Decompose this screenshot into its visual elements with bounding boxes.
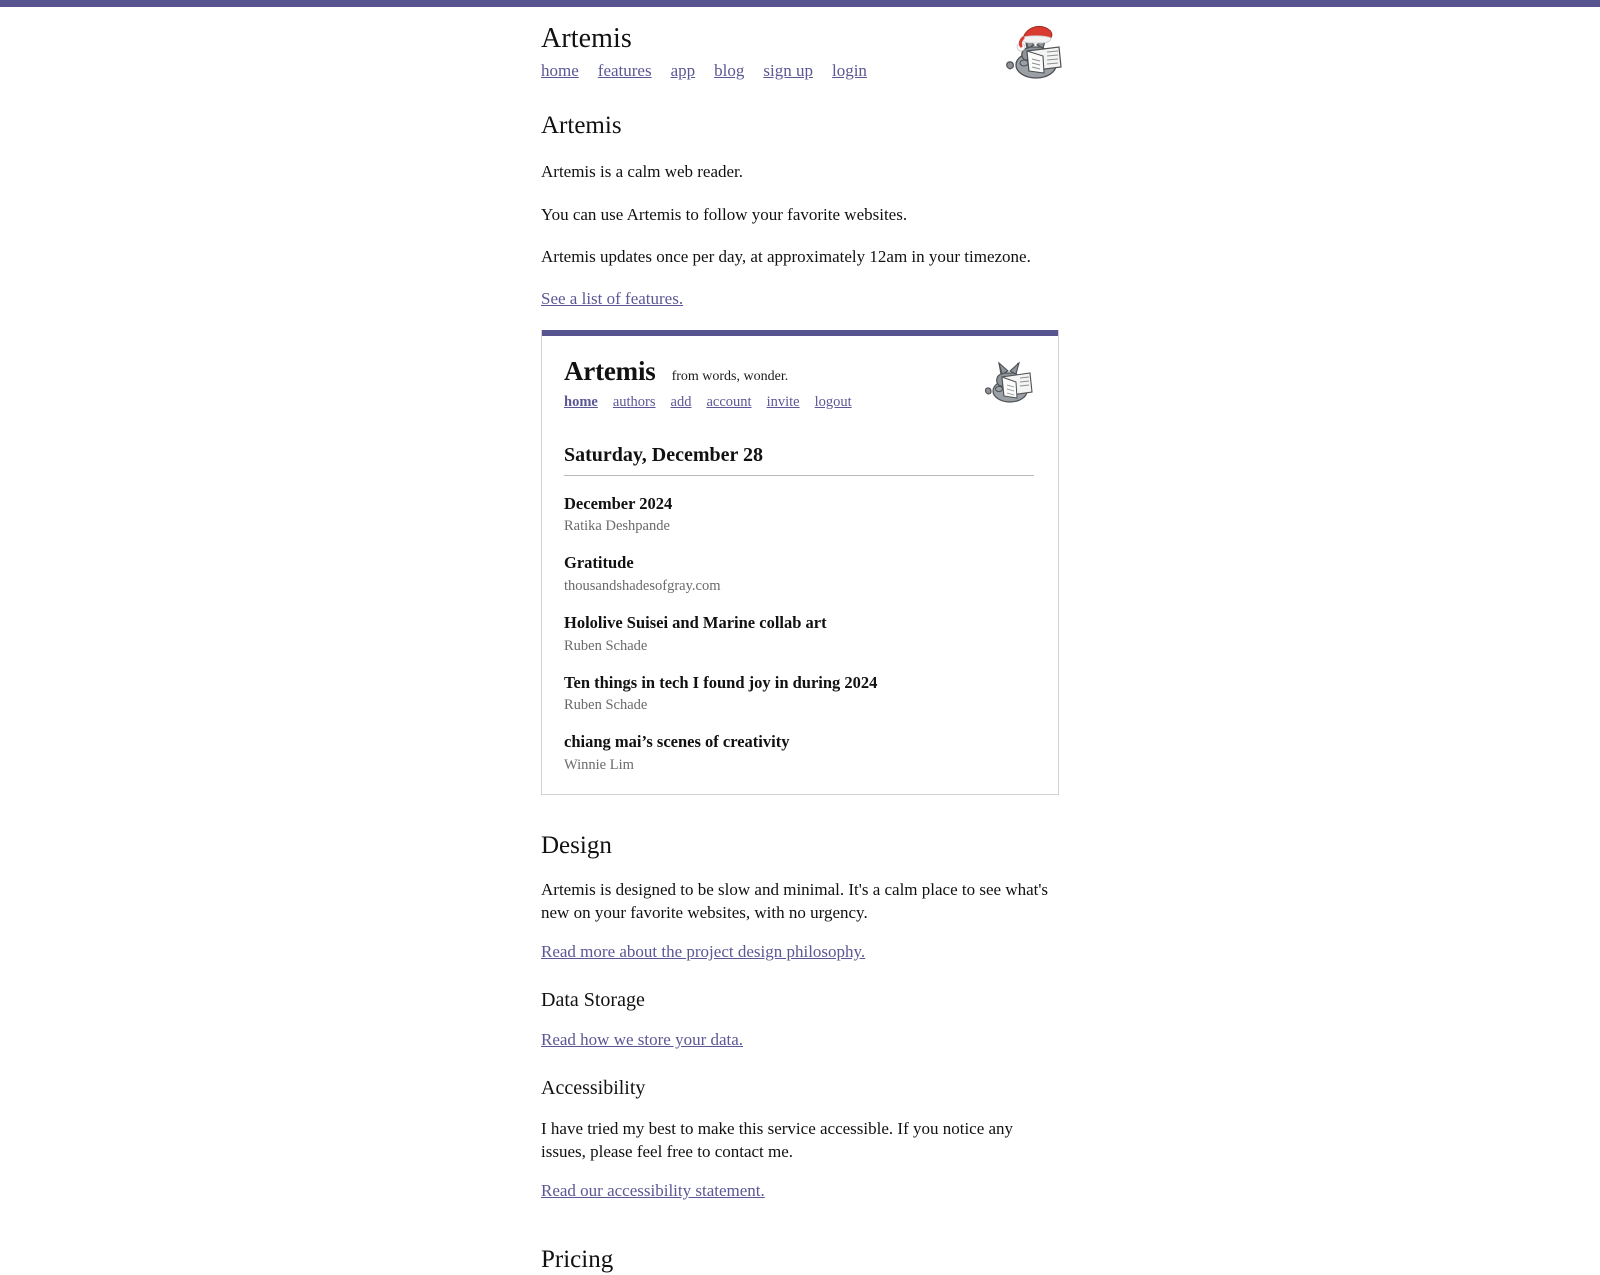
accessibility-statement-link[interactable]: Read our accessibility statement. bbox=[541, 1181, 765, 1200]
nav-link-blog[interactable]: blog bbox=[714, 61, 744, 80]
nav-link-sign-up[interactable]: sign up bbox=[763, 61, 813, 80]
accessibility-body: I have tried my best to make this servic… bbox=[541, 1119, 1014, 1161]
intro-paragraph-2: You can use Artemis to follow your favor… bbox=[541, 204, 908, 224]
card-inner: Artemis from words, wonder. home authors a… bbox=[542, 336, 1058, 794]
card-nav: home authors add account invite logout bbox=[564, 394, 1034, 411]
design-philosophy-link[interactable]: Read more about the project design philo… bbox=[541, 942, 865, 961]
design-heading: Design bbox=[541, 831, 612, 859]
entry-author: Ruben Schade bbox=[564, 697, 648, 714]
site-nav: home features app blog sign up login bbox=[541, 61, 1059, 81]
content-column: Artemis home features app blog sign up login bbox=[541, 7, 1062, 1275]
list-item[interactable]: chiang mai’s scenes of creativity Winnie… bbox=[564, 732, 1034, 774]
card-app-title: Artemis bbox=[564, 355, 656, 386]
page-root: Artemis home features app blog sign up login bbox=[0, 7, 1600, 1275]
cat-reading-newspaper-icon bbox=[984, 361, 1033, 403]
nav-link-features[interactable]: features bbox=[598, 61, 652, 80]
accessibility-heading: Accessibility bbox=[541, 1077, 646, 1100]
card-nav-link-account[interactable]: account bbox=[706, 394, 751, 410]
card-nav-link-add[interactable]: add bbox=[671, 394, 692, 410]
accessibility-link-line: Read our accessibility statement. bbox=[541, 1181, 1059, 1201]
entry-title[interactable]: December 2024 bbox=[564, 494, 1034, 515]
features-link[interactable]: See a list of features. bbox=[541, 289, 683, 308]
list-item[interactable]: December 2024 Ratika Deshpande bbox=[564, 494, 1034, 536]
card-nav-link-home[interactable]: home bbox=[564, 394, 598, 410]
data-storage-link-line: Read how we store your data. bbox=[541, 1030, 1059, 1050]
top-accent-bar bbox=[0, 0, 1600, 7]
data-storage-heading: Data Storage bbox=[541, 989, 645, 1012]
list-item[interactable]: Gratitude thousandshadesofgray.com bbox=[564, 553, 1034, 595]
nav-link-login[interactable]: login bbox=[832, 61, 867, 80]
site-title: Artemis bbox=[541, 23, 632, 54]
entry-author: Ratika Deshpande bbox=[564, 518, 670, 535]
app-screenshot-card: Artemis from words, wonder. home authors a… bbox=[541, 329, 1059, 795]
card-tagline: from words, wonder. bbox=[671, 368, 789, 384]
list-item[interactable]: Ten things in tech I found joy in during… bbox=[564, 673, 1034, 715]
pricing-heading: Pricing bbox=[541, 1246, 614, 1274]
site-header: Artemis home features app blog sign up login bbox=[541, 7, 1062, 93]
intro-paragraph-3: Artemis updates once per day, at approxi… bbox=[541, 247, 1031, 267]
page-title: Artemis bbox=[541, 112, 622, 139]
entry-title[interactable]: Hololive Suisei and Marine collab art bbox=[564, 613, 1034, 634]
design-link-line: Read more about the project design philo… bbox=[541, 942, 1059, 962]
card-header: Artemis from words, wonder. bbox=[564, 355, 1034, 386]
list-item[interactable]: Hololive Suisei and Marine collab art Ru… bbox=[564, 613, 1034, 655]
nav-link-home[interactable]: home bbox=[541, 61, 579, 80]
entry-title[interactable]: chiang mai’s scenes of creativity bbox=[564, 732, 1034, 753]
design-body: Artemis is designed to be slow and minim… bbox=[541, 879, 1049, 922]
cat-reading-newspaper-santa-hat-icon bbox=[1006, 25, 1062, 79]
card-nav-link-authors[interactable]: authors bbox=[613, 394, 656, 410]
entry-title[interactable]: Gratitude bbox=[564, 553, 1034, 574]
entry-author: thousandshadesofgray.com bbox=[564, 578, 721, 595]
card-nav-link-invite[interactable]: invite bbox=[767, 394, 800, 410]
nav-link-app[interactable]: app bbox=[671, 61, 696, 80]
intro-paragraph-1: Artemis is a calm web reader. bbox=[541, 162, 744, 181]
card-date-heading: Saturday, December 28 bbox=[564, 443, 1034, 476]
entry-title[interactable]: Ten things in tech I found joy in during… bbox=[564, 673, 1034, 694]
features-link-line: See a list of features. bbox=[541, 289, 1059, 309]
card-nav-link-logout[interactable]: logout bbox=[815, 394, 852, 410]
entry-author: Ruben Schade bbox=[564, 637, 648, 654]
entry-author: Winnie Lim bbox=[564, 756, 634, 773]
data-storage-link[interactable]: Read how we store your data. bbox=[541, 1030, 743, 1049]
